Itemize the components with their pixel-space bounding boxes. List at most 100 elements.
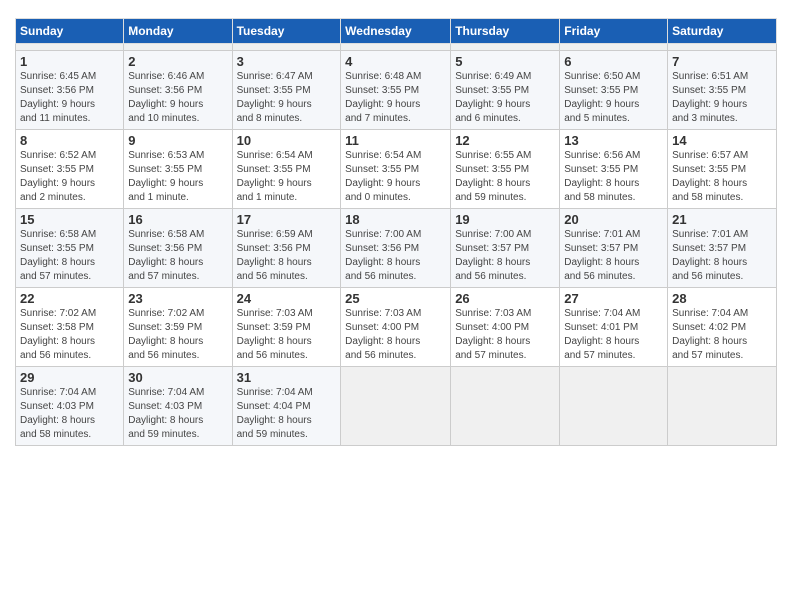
day-info: Sunrise: 6:53 AM Sunset: 3:55 PM Dayligh… (128, 149, 227, 205)
calendar-cell: 15Sunrise: 6:58 AM Sunset: 3:55 PM Dayli… (16, 209, 124, 288)
day-info: Sunrise: 7:04 AM Sunset: 4:01 PM Dayligh… (564, 307, 663, 363)
calendar-week-1: 1Sunrise: 6:45 AM Sunset: 3:56 PM Daylig… (16, 51, 777, 130)
calendar-cell (16, 44, 124, 51)
day-info: Sunrise: 6:48 AM Sunset: 3:55 PM Dayligh… (345, 70, 446, 126)
day-info: Sunrise: 6:52 AM Sunset: 3:55 PM Dayligh… (20, 149, 119, 205)
day-info: Sunrise: 7:01 AM Sunset: 3:57 PM Dayligh… (564, 228, 663, 284)
calendar-cell: 23Sunrise: 7:02 AM Sunset: 3:59 PM Dayli… (124, 288, 232, 367)
day-number: 11 (345, 133, 446, 148)
day-info: Sunrise: 6:57 AM Sunset: 3:55 PM Dayligh… (672, 149, 772, 205)
day-info: Sunrise: 7:04 AM Sunset: 4:02 PM Dayligh… (672, 307, 772, 363)
calendar-week-4: 22Sunrise: 7:02 AM Sunset: 3:58 PM Dayli… (16, 288, 777, 367)
header-friday: Friday (560, 19, 668, 44)
day-info: Sunrise: 7:00 AM Sunset: 3:56 PM Dayligh… (345, 228, 446, 284)
day-number: 2 (128, 54, 227, 69)
day-info: Sunrise: 6:50 AM Sunset: 3:55 PM Dayligh… (564, 70, 663, 126)
calendar-cell: 3Sunrise: 6:47 AM Sunset: 3:55 PM Daylig… (232, 51, 341, 130)
day-info: Sunrise: 6:59 AM Sunset: 3:56 PM Dayligh… (237, 228, 337, 284)
day-info: Sunrise: 7:03 AM Sunset: 4:00 PM Dayligh… (345, 307, 446, 363)
calendar-cell: 2Sunrise: 6:46 AM Sunset: 3:56 PM Daylig… (124, 51, 232, 130)
calendar-week-2: 8Sunrise: 6:52 AM Sunset: 3:55 PM Daylig… (16, 130, 777, 209)
calendar-week-0 (16, 44, 777, 51)
day-number: 18 (345, 212, 446, 227)
calendar-week-5: 29 Sunrise: 7:04 AM Sunset: 4:03 PM Dayli… (16, 367, 777, 446)
day-info: Sunrise: 6:45 AM Sunset: 3:56 PM Dayligh… (20, 70, 119, 126)
day-number: 31 (237, 370, 337, 385)
calendar-cell (341, 44, 451, 51)
calendar-cell: 4Sunrise: 6:48 AM Sunset: 3:55 PM Daylig… (341, 51, 451, 130)
day-number: 7 (672, 54, 772, 69)
day-number: 24 (237, 291, 337, 306)
day-info: Sunrise: 6:58 AM Sunset: 3:56 PM Dayligh… (128, 228, 227, 284)
calendar-cell: 29Sunrise: 7:04 AM Sunset: 4:03 PM Dayli… (16, 367, 124, 446)
day-number: 29 (20, 370, 119, 385)
day-info: Sunrise: 6:47 AM Sunset: 3:55 PM Dayligh… (237, 70, 337, 126)
day-number: 27 (564, 291, 663, 306)
day-number: 3 (237, 54, 337, 69)
day-info: Sunrise: 6:49 AM Sunset: 3:55 PM Dayligh… (455, 70, 555, 126)
day-number: 8 (20, 133, 119, 148)
calendar-cell: 19Sunrise: 7:00 AM Sunset: 3:57 PM Dayli… (451, 209, 560, 288)
calendar-cell: 11Sunrise: 6:54 AM Sunset: 3:55 PM Dayli… (341, 130, 451, 209)
day-info: Sunrise: 7:02 AM Sunset: 3:59 PM Dayligh… (128, 307, 227, 363)
day-info: Sunrise: 7:03 AM Sunset: 4:00 PM Dayligh… (455, 307, 555, 363)
day-number: 22 (20, 291, 119, 306)
calendar-cell: 9Sunrise: 6:53 AM Sunset: 3:55 PM Daylig… (124, 130, 232, 209)
day-number: 28 (672, 291, 772, 306)
calendar-cell: 18Sunrise: 7:00 AM Sunset: 3:56 PM Dayli… (341, 209, 451, 288)
day-info: Sunrise: 7:04 AM Sunset: 4:03 PM Dayligh… (128, 386, 227, 442)
calendar-cell: 8Sunrise: 6:52 AM Sunset: 3:55 PM Daylig… (16, 130, 124, 209)
header-tuesday: Tuesday (232, 19, 341, 44)
calendar-week-3: 15Sunrise: 6:58 AM Sunset: 3:55 PM Dayli… (16, 209, 777, 288)
header-sunday: Sunday (16, 19, 124, 44)
day-info: Sunrise: 6:58 AM Sunset: 3:55 PM Dayligh… (20, 228, 119, 284)
calendar-cell: 6Sunrise: 6:50 AM Sunset: 3:55 PM Daylig… (560, 51, 668, 130)
calendar-cell (560, 44, 668, 51)
day-number: 23 (128, 291, 227, 306)
day-info: Sunrise: 7:01 AM Sunset: 3:57 PM Dayligh… (672, 228, 772, 284)
calendar-cell: 22Sunrise: 7:02 AM Sunset: 3:58 PM Dayli… (16, 288, 124, 367)
calendar-cell: 27Sunrise: 7:04 AM Sunset: 4:01 PM Dayli… (560, 288, 668, 367)
day-number: 13 (564, 133, 663, 148)
day-number: 26 (455, 291, 555, 306)
calendar-cell: 17Sunrise: 6:59 AM Sunset: 3:56 PM Dayli… (232, 209, 341, 288)
calendar-table: SundayMondayTuesdayWednesdayThursdayFrid… (15, 18, 777, 446)
calendar-cell (451, 44, 560, 51)
calendar-cell: 16Sunrise: 6:58 AM Sunset: 3:56 PM Dayli… (124, 209, 232, 288)
day-info: Sunrise: 6:51 AM Sunset: 3:55 PM Dayligh… (672, 70, 772, 126)
calendar-cell (232, 44, 341, 51)
calendar-cell: 7Sunrise: 6:51 AM Sunset: 3:55 PM Daylig… (668, 51, 777, 130)
day-info: Sunrise: 6:55 AM Sunset: 3:55 PM Dayligh… (455, 149, 555, 205)
calendar-cell: 26Sunrise: 7:03 AM Sunset: 4:00 PM Dayli… (451, 288, 560, 367)
day-number: 9 (128, 133, 227, 148)
calendar-cell: 30Sunrise: 7:04 AM Sunset: 4:03 PM Dayli… (124, 367, 232, 446)
main-container: General Blue SundayMondayTuesdayWednesda… (0, 0, 792, 456)
calendar-cell: 14Sunrise: 6:57 AM Sunset: 3:55 PM Dayli… (668, 130, 777, 209)
calendar-cell: 20Sunrise: 7:01 AM Sunset: 3:57 PM Dayli… (560, 209, 668, 288)
calendar-cell: 25Sunrise: 7:03 AM Sunset: 4:00 PM Dayli… (341, 288, 451, 367)
calendar-cell: 24Sunrise: 7:03 AM Sunset: 3:59 PM Dayli… (232, 288, 341, 367)
day-number: 19 (455, 212, 555, 227)
day-number: 6 (564, 54, 663, 69)
day-number: 5 (455, 54, 555, 69)
calendar-cell: 13Sunrise: 6:56 AM Sunset: 3:55 PM Dayli… (560, 130, 668, 209)
calendar-cell: 21Sunrise: 7:01 AM Sunset: 3:57 PM Dayli… (668, 209, 777, 288)
day-number: 25 (345, 291, 446, 306)
header-monday: Monday (124, 19, 232, 44)
day-number: 21 (672, 212, 772, 227)
header-saturday: Saturday (668, 19, 777, 44)
day-number: 30 (128, 370, 227, 385)
day-info: Sunrise: 7:02 AM Sunset: 3:58 PM Dayligh… (20, 307, 119, 363)
header-thursday: Thursday (451, 19, 560, 44)
day-info: Sunrise: 6:56 AM Sunset: 3:55 PM Dayligh… (564, 149, 663, 205)
day-number: 16 (128, 212, 227, 227)
day-number: 4 (345, 54, 446, 69)
day-number: 15 (20, 212, 119, 227)
calendar-cell (451, 367, 560, 446)
day-number: 17 (237, 212, 337, 227)
day-info: Sunrise: 6:46 AM Sunset: 3:56 PM Dayligh… (128, 70, 227, 126)
calendar-cell: 5Sunrise: 6:49 AM Sunset: 3:55 PM Daylig… (451, 51, 560, 130)
calendar-cell: 31Sunrise: 7:04 AM Sunset: 4:04 PM Dayli… (232, 367, 341, 446)
calendar-cell (668, 44, 777, 51)
day-info: Sunrise: 7:03 AM Sunset: 3:59 PM Dayligh… (237, 307, 337, 363)
